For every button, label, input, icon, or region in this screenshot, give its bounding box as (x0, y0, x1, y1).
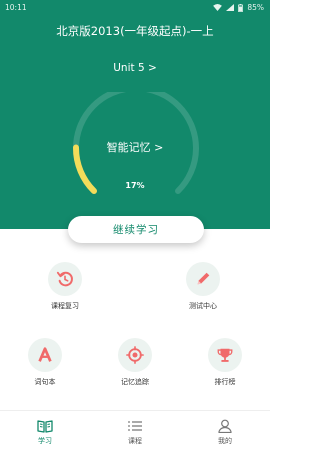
battery-icon (238, 3, 244, 12)
trophy-icon (208, 338, 242, 372)
feature-memory-tracking[interactable]: 记忆追踪 (105, 338, 165, 387)
user-icon (200, 419, 250, 433)
feature-label: 词句本 (34, 378, 56, 386)
feature-label: 记忆追踪 (121, 378, 149, 386)
list-icon (110, 419, 160, 433)
tab-label: 我的 (218, 437, 232, 445)
book-title[interactable]: 北京版2013(一年级起点)-一上 (0, 23, 270, 39)
tab-label: 学习 (38, 437, 52, 445)
target-icon (118, 338, 152, 372)
feature-label: 课程复习 (51, 302, 79, 310)
unit-link[interactable]: Unit 5 > (0, 62, 270, 74)
tab-courses[interactable]: 课程 (110, 419, 160, 446)
bottom-tab-bar: 学习 课程 我的 (0, 410, 270, 450)
letter-a-icon (28, 338, 62, 372)
battery-percent: 85% (247, 3, 264, 12)
tab-label: 课程 (128, 437, 142, 445)
feature-vocab-book[interactable]: 词句本 (15, 338, 75, 387)
tab-mine[interactable]: 我的 (200, 419, 250, 446)
tab-study[interactable]: 学习 (20, 419, 70, 446)
feature-leaderboard[interactable]: 排行榜 (195, 338, 255, 387)
feature-course-review[interactable]: 课程复习 (35, 262, 95, 311)
feature-test-center[interactable]: 测试中心 (173, 262, 233, 311)
feature-label: 测试中心 (189, 302, 217, 310)
pencil-icon (186, 262, 220, 296)
status-bar: 10:11 85% (0, 0, 270, 16)
wifi-icon (213, 4, 223, 11)
review-icon (48, 262, 82, 296)
signal-icon (226, 4, 235, 11)
continue-learning-button[interactable]: 继续学习 (68, 216, 204, 243)
book-icon (20, 419, 70, 433)
progress-percent: 17% (125, 181, 145, 190)
feature-label: 排行榜 (214, 378, 236, 386)
smart-memory-link[interactable]: 智能记忆 > (0, 139, 270, 155)
status-time: 10:11 (5, 3, 27, 12)
